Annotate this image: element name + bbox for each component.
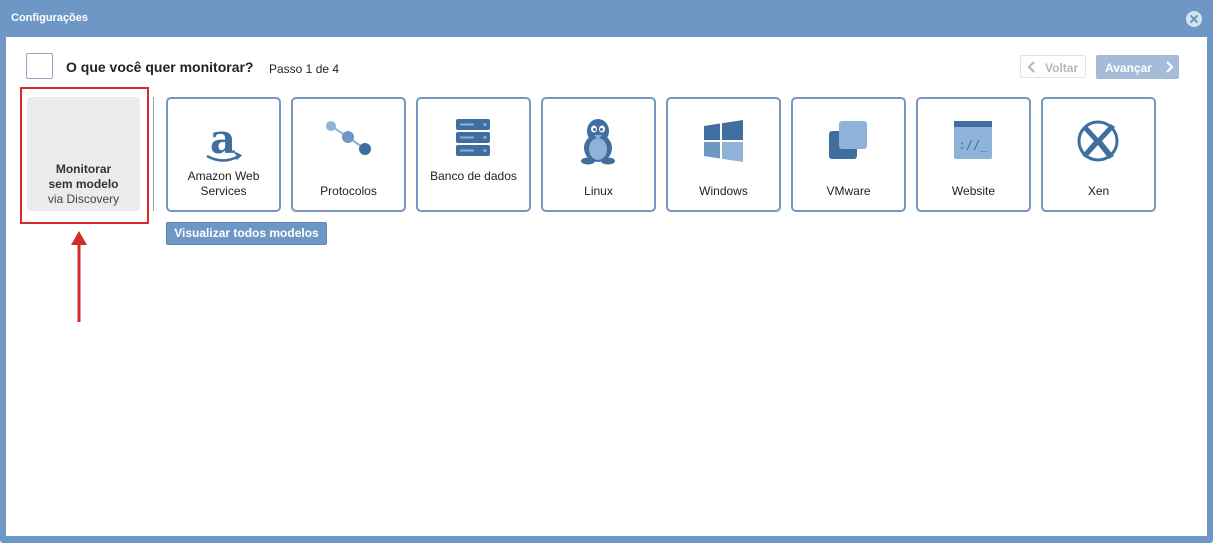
template-card-linux[interactable]: Linux	[541, 97, 656, 212]
template-card-windows[interactable]: Windows	[666, 97, 781, 212]
template-label: Website	[951, 184, 996, 198]
step-checkbox[interactable]	[26, 53, 53, 79]
discovery-line-2: sem modelo	[48, 177, 119, 191]
svg-text:a: a	[210, 117, 236, 163]
dialog-title: Configurações	[11, 12, 89, 24]
chevron-left-icon	[1027, 61, 1035, 73]
page-title: O que você quer monitorar?	[66, 59, 254, 75]
dialog-content: O que você quer monitorar? Passo 1 de 4 …	[6, 37, 1207, 536]
website-icon: ://_	[954, 121, 992, 159]
amazon-icon: a	[206, 117, 243, 163]
template-card-website[interactable]: ://_ Website	[916, 97, 1031, 212]
template-card-vmware[interactable]: VMware	[791, 97, 906, 212]
linux-icon	[581, 119, 615, 165]
template-label: Banco de dados	[430, 169, 517, 183]
protocols-icon	[326, 121, 371, 155]
close-icon[interactable]	[1186, 11, 1202, 27]
back-button-label: Voltar	[1045, 61, 1079, 75]
template-label: VMware	[826, 184, 871, 198]
template-label: Linux	[584, 184, 613, 198]
view-all-templates-button[interactable]: Visualizar todos modelos	[166, 222, 327, 245]
annotation-arrow-up	[71, 231, 87, 322]
divider	[153, 97, 154, 211]
template-card-xen[interactable]: Xen	[1041, 97, 1156, 212]
xen-icon	[1077, 120, 1119, 162]
chevron-right-icon	[1166, 61, 1174, 73]
database-icon	[456, 119, 490, 156]
template-label: Xen	[1087, 184, 1110, 198]
discovery-line-3: via Discovery	[47, 192, 120, 206]
template-card-protocols[interactable]: Protocolos	[291, 97, 406, 212]
next-button[interactable]: Avançar	[1096, 55, 1179, 79]
step-indicator: Passo 1 de 4	[269, 62, 340, 76]
back-button[interactable]: Voltar	[1020, 55, 1086, 78]
template-label: Protocolos	[320, 184, 377, 198]
next-button-label: Avançar	[1105, 61, 1152, 75]
vmware-icon	[829, 121, 867, 159]
discovery-line-1: Monitorar	[55, 162, 112, 176]
dialog-titlebar: Configurações	[0, 0, 1213, 37]
settings-dialog: Configurações O que você quer monitorar?…	[0, 0, 1213, 543]
windows-icon	[704, 120, 743, 162]
template-label: Amazon Web Services	[187, 169, 260, 198]
svg-text:://_: ://_	[959, 138, 989, 152]
template-card-amazon[interactable]: a Amazon Web Services	[166, 97, 281, 212]
template-label: Windows	[699, 184, 748, 198]
template-card-database[interactable]: Banco de dados	[416, 97, 531, 212]
discovery-card[interactable]: Monitorar sem modelo via Discovery	[27, 97, 140, 211]
